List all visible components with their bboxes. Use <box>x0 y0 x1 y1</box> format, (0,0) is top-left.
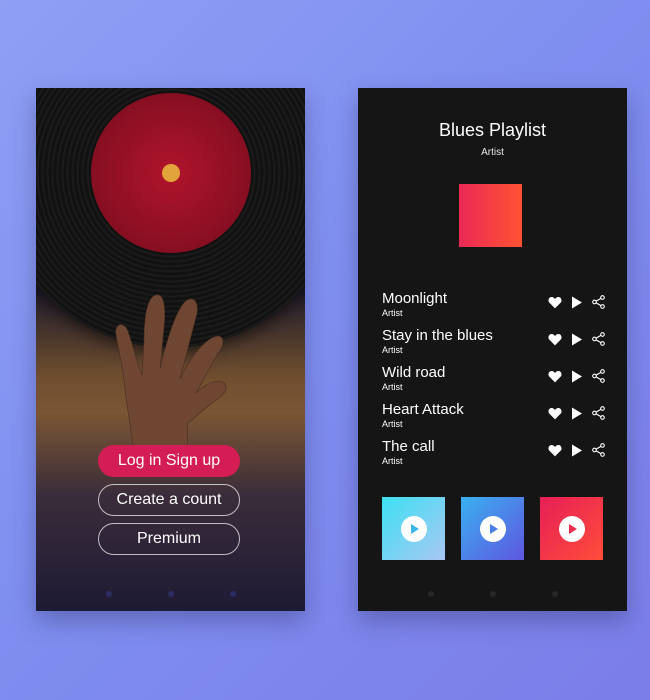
play-icon[interactable] <box>571 370 583 383</box>
track-artist: Artist <box>382 382 403 392</box>
playlist-title: Blues Playlist <box>438 120 547 140</box>
play-icon[interactable] <box>571 333 583 346</box>
track-row[interactable]: Heart Attack Artist <box>382 401 612 431</box>
page-dot[interactable] <box>105 591 112 597</box>
track-title: The call <box>382 438 435 455</box>
heart-icon[interactable] <box>548 370 562 383</box>
share-icon[interactable] <box>592 369 605 383</box>
play-icon[interactable] <box>571 444 583 457</box>
share-icon[interactable] <box>592 406 605 420</box>
track-row[interactable]: Stay in the blues Artist <box>382 327 612 357</box>
album-tile[interactable] <box>461 497 524 560</box>
page-dot[interactable] <box>229 591 236 597</box>
heart-icon[interactable] <box>548 333 562 346</box>
track-artist: Artist <box>382 419 403 429</box>
page-dot[interactable] <box>167 591 174 597</box>
track-title: Stay in the blues <box>382 327 493 344</box>
play-circle-icon[interactable] <box>558 515 585 542</box>
track-actions <box>548 332 605 346</box>
track-actions <box>548 369 605 383</box>
share-icon[interactable] <box>592 332 605 346</box>
vinyl-label <box>91 93 251 253</box>
page-indicator <box>36 591 305 597</box>
heart-icon[interactable] <box>548 296 562 309</box>
track-actions <box>548 443 605 457</box>
playlist-subtitle: Artist <box>481 147 504 158</box>
playlist-cover <box>459 184 522 247</box>
vinyl-center-hole <box>162 164 180 182</box>
page-indicator <box>358 591 627 597</box>
album-tile[interactable] <box>382 497 445 560</box>
heart-icon[interactable] <box>548 407 562 420</box>
heart-icon[interactable] <box>548 444 562 457</box>
page-dot[interactable] <box>427 591 434 597</box>
track-artist: Artist <box>382 456 403 466</box>
page-dot[interactable] <box>551 591 558 597</box>
track-actions <box>548 295 605 309</box>
play-circle-icon[interactable] <box>400 515 427 542</box>
track-row[interactable]: Wild road Artist <box>382 364 612 394</box>
play-circle-icon[interactable] <box>479 515 506 542</box>
track-actions <box>548 406 605 420</box>
play-icon[interactable] <box>571 296 583 309</box>
premium-button[interactable]: Premium <box>98 523 240 555</box>
share-icon[interactable] <box>592 443 605 457</box>
track-row[interactable]: The call Artist <box>382 438 612 468</box>
track-title: Heart Attack <box>382 401 464 418</box>
page-dot[interactable] <box>489 591 496 597</box>
create-account-button[interactable]: Create a count <box>98 484 240 516</box>
track-row[interactable]: Moonlight Artist <box>382 290 612 320</box>
login-screen: Log in Sign up Create a count Premium <box>36 88 305 611</box>
album-tile[interactable] <box>540 497 603 560</box>
track-title: Moonlight <box>382 290 448 307</box>
track-title: Wild road <box>382 364 446 381</box>
login-signup-button[interactable]: Log in Sign up <box>98 445 240 477</box>
play-icon[interactable] <box>571 407 583 420</box>
playlist-screen: Blues Playlist Artist Moonlight Artist Sta… <box>358 88 627 611</box>
share-icon[interactable] <box>592 295 605 309</box>
track-artist: Artist <box>382 345 403 355</box>
track-artist: Artist <box>382 308 403 318</box>
